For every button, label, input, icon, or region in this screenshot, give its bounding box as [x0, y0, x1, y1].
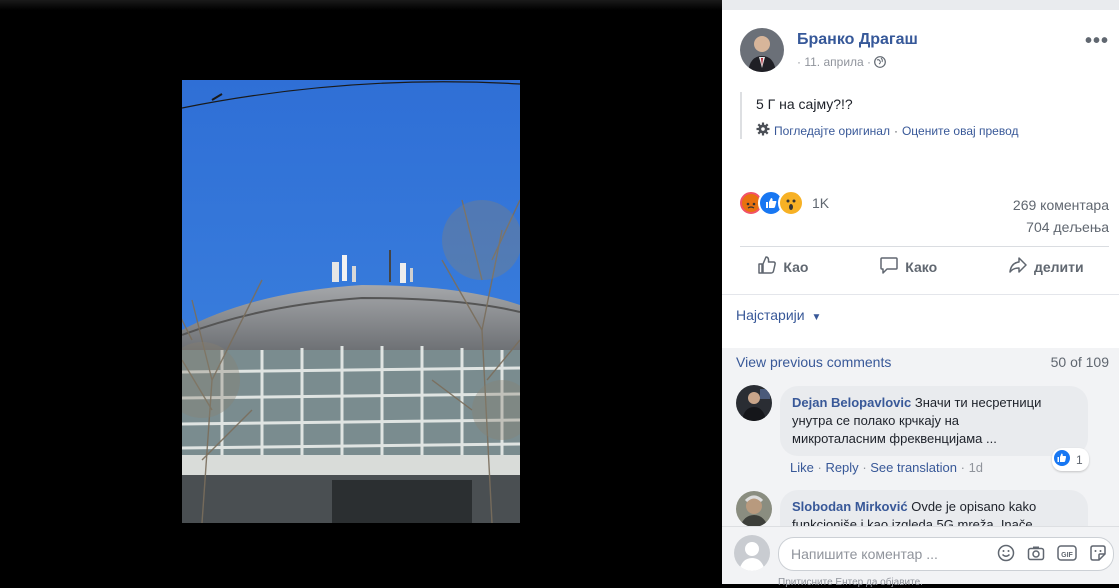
gif-icon[interactable]: GIF: [1057, 544, 1077, 567]
emoji-icon[interactable]: [997, 544, 1015, 567]
commenter-name[interactable]: Dejan Belopavlovic: [792, 395, 911, 410]
see-translation-link[interactable]: See translation: [870, 460, 957, 475]
post-body: 5 Г на сајму?!? Погледајте оригинал · Оц…: [740, 92, 1019, 139]
post-meta: · 11. априла ·: [797, 55, 887, 69]
post-side-panel: Бранко Драгаш · 11. априла · ••• 5 Г на …: [722, 10, 1119, 588]
viewer-top-strip: [0, 0, 722, 10]
post-actions-bar: Као Како делити: [722, 255, 1119, 278]
post-photo[interactable]: [182, 80, 520, 523]
like-button[interactable]: Као: [757, 255, 808, 278]
photo-illustration: [182, 80, 520, 523]
comment-button[interactable]: Како: [879, 255, 937, 278]
comment-bubble: Dejan Belopavlovic Значи ти несретници у…: [780, 386, 1088, 456]
share-button[interactable]: делити: [1008, 255, 1084, 278]
sticker-icon[interactable]: [1089, 544, 1107, 567]
comment-sort-dropdown[interactable]: Најстарији ▼: [736, 307, 821, 323]
translation-bar: Погледајте оригинал · Оцените овај прево…: [756, 122, 1019, 139]
engagement-counts: 269 коментара 704 дељења: [1013, 194, 1109, 238]
rate-translation-link[interactable]: Оцените овај превод: [902, 124, 1019, 138]
shares-count[interactable]: 704 дељења: [1013, 216, 1109, 238]
photo-viewer: [0, 0, 722, 583]
comment-text-line: микроталасним фреквенцијама ...: [792, 431, 997, 446]
comment-composer: Напишите коментар ... GIF Притисните Ент…: [722, 526, 1119, 588]
share-label: делити: [1033, 258, 1084, 275]
comment-input[interactable]: Напишите коментар ... GIF: [778, 537, 1114, 571]
thumbs-up-icon: [757, 255, 777, 278]
comment-likes-badge[interactable]: 1: [1052, 448, 1089, 471]
like-label: Као: [783, 258, 809, 275]
panel-top-strip: [722, 0, 1119, 10]
view-original-link[interactable]: Погледајте оригинал: [774, 124, 890, 138]
comment-text-line: Значи ти несретници: [914, 395, 1042, 410]
comment-label: Како: [905, 258, 938, 275]
commenter-avatar[interactable]: [736, 491, 772, 527]
comment-text-line: унутра се полако крчкају на: [792, 413, 960, 428]
globe-icon: [874, 55, 887, 69]
gear-icon: [756, 122, 770, 139]
comment-reply-link[interactable]: Reply: [825, 460, 858, 475]
view-previous-comments-link[interactable]: View previous comments: [736, 354, 891, 370]
comment-text-line: Ovde je opisano kako: [911, 499, 1037, 514]
current-user-avatar: [734, 535, 770, 571]
commenter-avatar[interactable]: [736, 385, 772, 421]
reactions-summary[interactable]: 1K: [738, 190, 829, 216]
comment-likes-count: 1: [1076, 452, 1083, 467]
comment-icon: [879, 255, 899, 278]
composer-icons: GIF: [997, 544, 1107, 567]
post-date[interactable]: 11. априла: [804, 55, 863, 69]
author-avatar[interactable]: [740, 28, 784, 72]
divider: [740, 246, 1109, 247]
comment-input-placeholder: Напишите коментар ...: [791, 546, 938, 562]
action-separator: ·: [960, 460, 969, 475]
like-badge-icon: [1054, 450, 1070, 469]
comment-time[interactable]: 1d: [969, 460, 983, 475]
divider: [722, 294, 1119, 295]
comments-count[interactable]: 269 коментара: [1013, 194, 1109, 216]
comment-actions: Like · Reply · See translation · 1d: [790, 460, 983, 475]
comment-like-link[interactable]: Like: [790, 460, 814, 475]
commenter-name[interactable]: Slobodan Mirković: [792, 499, 908, 514]
wow-reaction-icon: [778, 190, 804, 216]
comments-pager: 50 of 109: [1050, 354, 1109, 370]
camera-icon[interactable]: [1027, 544, 1045, 567]
post-text: 5 Г на сајму?!?: [756, 96, 853, 112]
reactions-count[interactable]: 1K: [812, 195, 829, 211]
more-options-icon[interactable]: •••: [1085, 30, 1109, 53]
caret-down-icon: ▼: [811, 312, 822, 323]
translation-separator: ·: [893, 123, 898, 138]
svg-text:GIF: GIF: [1061, 552, 1073, 559]
sort-label: Најстарији: [736, 307, 805, 323]
share-icon: [1008, 255, 1028, 278]
post-author-name[interactable]: Бранко Драгаш: [797, 31, 918, 49]
meta-separator: ·: [863, 55, 875, 69]
